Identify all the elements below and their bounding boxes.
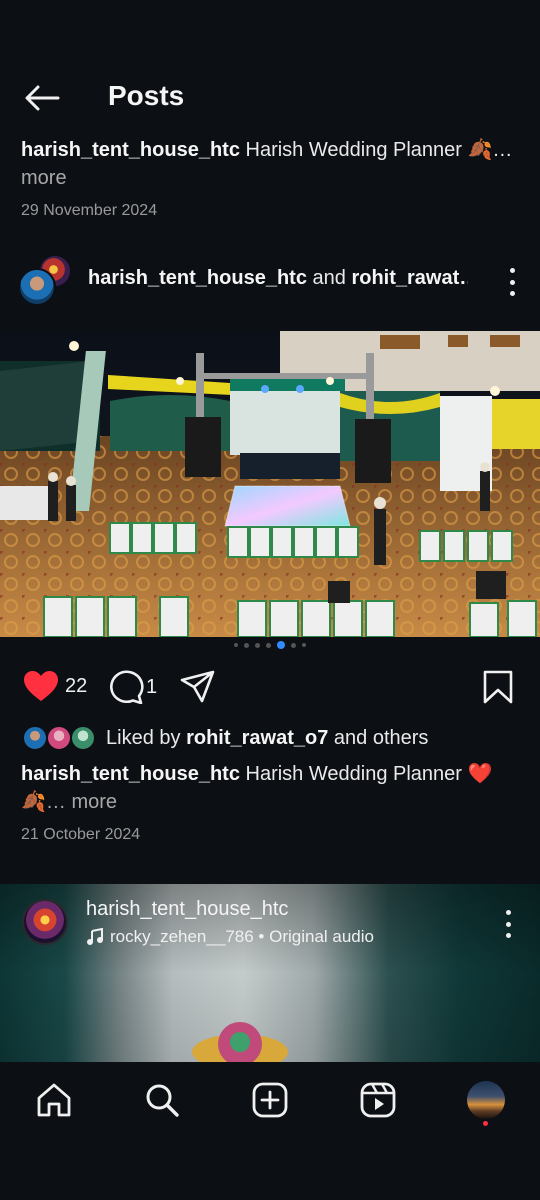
post-header: harish_tent_house_htc and rohit_rawat… xyxy=(0,250,540,312)
post-authors[interactable]: harish_tent_house_htc and rohit_rawat… xyxy=(88,267,468,290)
post-actions: 22 1 xyxy=(0,664,540,710)
top-bar: Posts xyxy=(0,60,540,136)
caption-ellipsis: … xyxy=(492,139,513,161)
carousel-dot-active xyxy=(277,641,285,649)
caption-username[interactable]: harish_tent_house_htc xyxy=(21,763,240,785)
reels-icon xyxy=(360,1082,396,1118)
liked-by-prefix: Liked by xyxy=(106,726,181,749)
nav-reels[interactable] xyxy=(358,1080,398,1120)
authors-connector: and xyxy=(312,267,346,289)
audio-separator: • xyxy=(258,927,265,946)
profile-avatar xyxy=(467,1081,505,1119)
carousel-dot xyxy=(234,643,238,647)
nav-home[interactable] xyxy=(34,1080,74,1120)
carousel-indicator xyxy=(0,640,540,650)
create-icon xyxy=(252,1082,288,1118)
carousel-dot xyxy=(266,642,271,648)
liker-avatars xyxy=(22,724,100,752)
caption-username[interactable]: harish_tent_house_htc xyxy=(21,139,240,161)
caption-text: Harish Wedding Planner xyxy=(245,139,462,161)
arrow-left-icon xyxy=(25,85,60,111)
comment-icon xyxy=(110,670,144,704)
home-icon xyxy=(37,1083,71,1117)
heart-icon xyxy=(24,671,58,701)
author-username[interactable]: harish_tent_house_htc xyxy=(88,267,307,289)
post-image[interactable] xyxy=(0,331,540,637)
reel-decoration xyxy=(192,1022,288,1062)
liked-by[interactable]: Liked by rohit_rawat_o7 and others xyxy=(22,722,428,754)
audio-label: Original audio xyxy=(269,927,374,946)
more-link[interactable]: … more xyxy=(46,791,117,813)
nav-search[interactable] xyxy=(142,1080,182,1120)
wedding-venue-image xyxy=(0,331,540,637)
caption-text: Harish Wedding Planner xyxy=(245,763,462,785)
notification-dot xyxy=(483,1121,488,1126)
like-button[interactable]: 22 xyxy=(23,670,87,702)
author-avatar xyxy=(18,268,56,306)
liked-by-user[interactable]: rohit_rawat_o7 xyxy=(186,727,328,750)
more-vertical-icon[interactable] xyxy=(502,910,514,938)
coauthor-username[interactable]: rohit_rawat… xyxy=(351,267,468,289)
prev-post-date: 29 November 2024 xyxy=(21,202,158,219)
carousel-dot xyxy=(255,642,260,648)
leaf-emoji-icon: 🍂 xyxy=(21,791,46,813)
liker-avatar xyxy=(22,725,48,751)
reel-audio[interactable]: rocky_zehen__786 • Original audio xyxy=(86,927,374,947)
bookmark-icon xyxy=(483,670,513,704)
save-button[interactable] xyxy=(482,670,514,704)
page-title: Posts xyxy=(108,80,185,111)
prev-post-caption: harish_tent_house_htc Harish Wedding Pla… xyxy=(21,136,521,192)
share-button[interactable] xyxy=(180,670,216,704)
music-note-icon xyxy=(87,928,103,945)
comment-button[interactable]: 1 xyxy=(108,670,157,704)
nav-create[interactable] xyxy=(250,1080,290,1120)
post-date: 21 October 2024 xyxy=(21,826,141,843)
like-count[interactable]: 22 xyxy=(65,675,87,698)
reel-author-avatar[interactable] xyxy=(22,899,68,945)
liked-by-suffix: and others xyxy=(333,726,429,749)
comment-count[interactable]: 1 xyxy=(146,676,157,699)
heart-emoji-icon: ❤️ xyxy=(467,763,493,785)
reel-username[interactable]: harish_tent_house_htc xyxy=(86,898,288,921)
reel-preview[interactable]: harish_tent_house_htc rocky_zehen__786 •… xyxy=(0,884,540,1062)
search-icon xyxy=(146,1084,179,1117)
more-vertical-icon[interactable] xyxy=(506,268,518,296)
leaf-emoji-icon: 🍂 xyxy=(467,139,493,161)
carousel-dot xyxy=(244,642,249,648)
back-button[interactable] xyxy=(22,82,62,114)
more-link[interactable]: more xyxy=(21,167,67,189)
liker-avatar xyxy=(46,725,72,751)
send-icon xyxy=(180,670,215,703)
liker-avatar xyxy=(70,725,96,751)
carousel-dot xyxy=(302,643,306,647)
bottom-nav xyxy=(0,1062,540,1200)
audio-user: rocky_zehen__786 xyxy=(110,927,254,946)
author-avatars[interactable] xyxy=(18,252,76,310)
post-caption: harish_tent_house_htc Harish Wedding Pla… xyxy=(21,760,521,816)
carousel-dot xyxy=(291,642,296,648)
nav-profile[interactable] xyxy=(466,1080,506,1120)
